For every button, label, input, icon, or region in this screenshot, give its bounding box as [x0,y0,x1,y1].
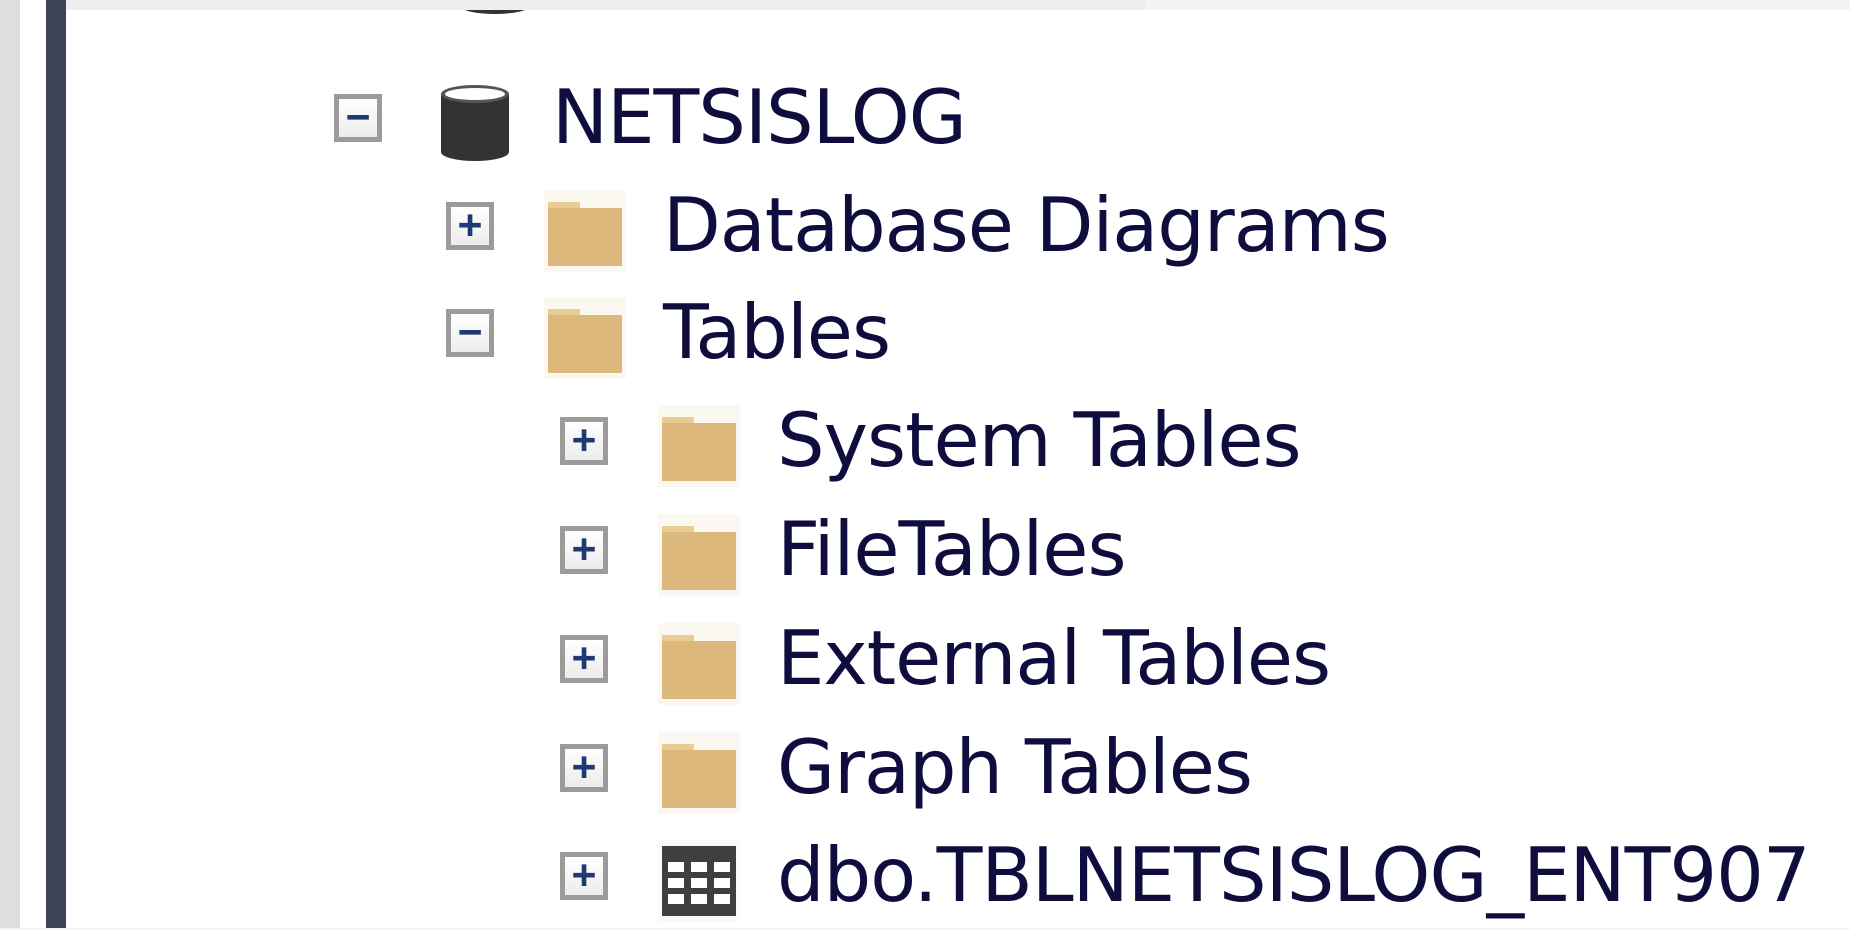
folder-icon [658,732,740,814]
table-icon [658,840,740,922]
folder-label: Graph Tables [777,723,1253,811]
folder-icon [658,623,740,705]
tree-node-graph-tables[interactable]: + Graph Tables [20,712,1720,822]
expand-toggle[interactable]: + [560,635,608,683]
tree-node-netsislog[interactable]: − NETSISLOG [20,62,1720,172]
folder-icon [544,297,626,379]
database-label: NETSISLOG [552,73,967,161]
tree-node-table-tblnetsislog[interactable]: + dbo.TBLNETSISLOG_ENT907 [20,820,1811,930]
tree-node-database-diagrams[interactable]: + Database Diagrams [20,170,1720,280]
expand-toggle[interactable]: + [446,202,494,250]
folder-label: Tables [663,288,891,376]
collapse-toggle[interactable]: − [334,94,382,142]
folder-icon [544,190,626,272]
folder-label: System Tables [777,396,1302,484]
folder-icon [658,514,740,596]
folder-label: FileTables [777,505,1127,593]
expand-toggle[interactable]: + [560,852,608,900]
expand-toggle[interactable]: + [560,417,608,465]
folder-label: Database Diagrams [663,181,1390,269]
expand-toggle[interactable]: + [560,526,608,574]
folder-icon [658,405,740,487]
tree-node-external-tables[interactable]: + External Tables [20,603,1720,713]
top-strip [66,0,1850,10]
tree-node-tables[interactable]: − Tables [20,277,1720,387]
object-explorer-tree[interactable]: + NETSIS − NETSISLOG + Database Diagrams… [20,0,1850,928]
table-label: dbo.TBLNETSISLOG_ENT907 [777,831,1811,919]
expand-toggle[interactable]: + [560,744,608,792]
folder-label: External Tables [777,614,1331,702]
database-icon [441,85,509,161]
window-edge [0,0,20,928]
collapse-toggle[interactable]: − [446,309,494,357]
tree-node-filetables[interactable]: + FileTables [20,494,1720,604]
tree-node-system-tables[interactable]: + System Tables [20,385,1720,495]
